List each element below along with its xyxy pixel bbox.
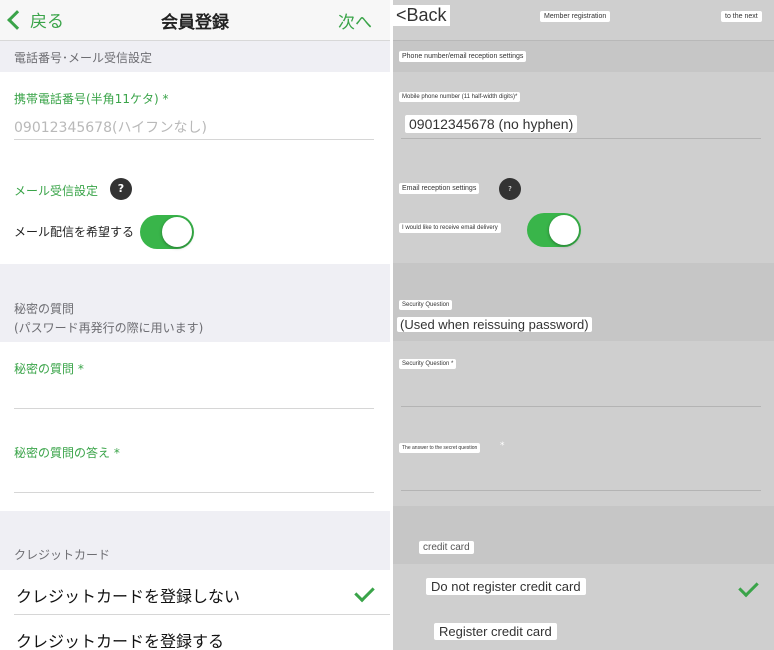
page-title: Member registration (540, 11, 611, 22)
secret-question-input[interactable] (14, 378, 374, 408)
section-header-phone: 電話番号･メール受信設定 (0, 41, 390, 72)
section-header-phone: Phone number/email reception settings (393, 41, 774, 72)
email-toggle-label: メール配信を希望する (14, 225, 135, 239)
divider (401, 406, 761, 407)
divider (401, 490, 761, 491)
phone-label: Mobile phone number (11 half-width digit… (399, 92, 521, 102)
divider (14, 492, 374, 493)
help-icon[interactable]: ? (499, 178, 521, 200)
back-button[interactable]: <Back (393, 5, 450, 26)
section-header-secret: Security Question (Used when reissuing p… (393, 263, 774, 341)
english-translation-screen: <Back Member registration to the next Ph… (393, 0, 774, 650)
divider (14, 139, 374, 140)
section-header-credit: クレジットカード (0, 511, 390, 570)
email-toggle-switch[interactable] (527, 213, 581, 247)
nav-bar: 戻る 会員登録 次へ (0, 0, 390, 41)
next-button[interactable]: to the next (721, 11, 762, 22)
help-icon[interactable]: ? (110, 178, 132, 200)
screen: 戻る 会員登録 次へ 電話番号･メール受信設定 携帯電話番号(半角11ケタ) *… (0, 0, 774, 650)
phone-input[interactable]: 09012345678(ハイフンなし) (14, 117, 207, 137)
secret-question-label: 秘密の質問 * (14, 362, 84, 376)
checkmark-icon (354, 581, 375, 603)
next-button[interactable]: 次へ (338, 8, 372, 33)
divider (401, 138, 761, 139)
section-header-credit: credit card (393, 506, 774, 564)
secret-question-input[interactable] (401, 378, 761, 406)
secret-answer-input[interactable] (14, 462, 374, 492)
phone-label: 携帯電話番号(半角11ケタ) * (14, 92, 169, 106)
nav-bar: <Back Member registration to the next (393, 0, 774, 41)
required-mark: * (500, 441, 505, 451)
page-title: 会員登録 (161, 13, 229, 33)
credit-option-none[interactable]: Do not register credit card (393, 564, 774, 610)
credit-option-register[interactable]: Register credit card (393, 610, 774, 650)
email-toggle-label: I would like to receive email delivery (399, 223, 501, 233)
secret-answer-label: The answer to the secret question (399, 443, 481, 453)
toggle-knob (549, 215, 579, 245)
email-label: Email reception settings (399, 183, 480, 194)
phone-input[interactable]: 09012345678 (no hyphen) (405, 115, 578, 133)
email-label: メール受信設定 (14, 184, 99, 198)
credit-option-register[interactable]: クレジットカードを登録する (0, 615, 390, 650)
toggle-knob (162, 217, 192, 247)
email-toggle-switch[interactable] (140, 215, 194, 249)
credit-option-none[interactable]: クレジットカードを登録しない (0, 570, 390, 614)
required-mark: * (162, 92, 169, 106)
secret-answer-input[interactable] (401, 462, 761, 490)
divider (14, 408, 374, 409)
japanese-screen: 戻る 会員登録 次へ 電話番号･メール受信設定 携帯電話番号(半角11ケタ) *… (0, 0, 390, 650)
checkmark-icon (738, 576, 759, 598)
section-header-secret: 秘密の質問 (パスワード再発行の際に用います) (0, 264, 390, 342)
secret-question-label: Security Question * (399, 359, 457, 369)
secret-answer-label: 秘密の質問の答え * (14, 446, 120, 460)
